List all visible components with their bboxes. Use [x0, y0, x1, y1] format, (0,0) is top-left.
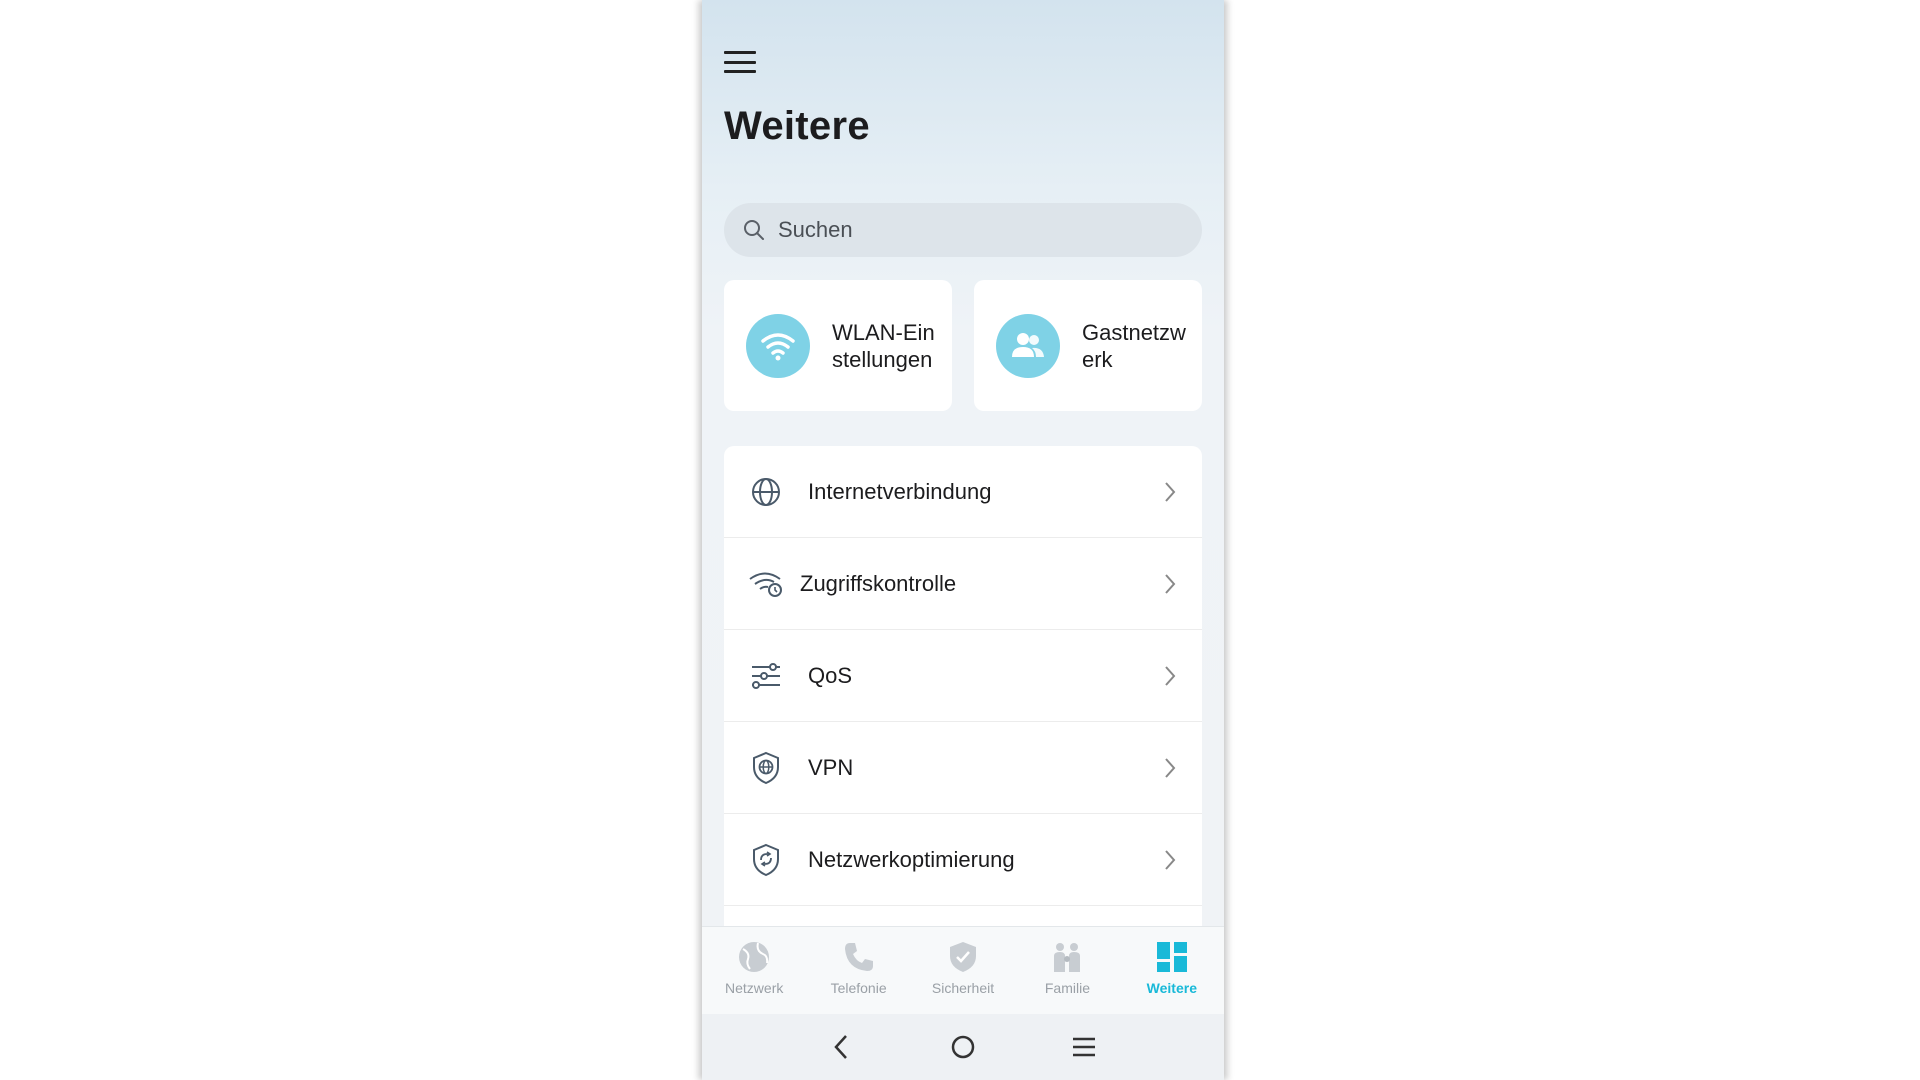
shield-check-icon [950, 942, 977, 972]
sliders-icon [748, 658, 784, 694]
settings-list: Internetverbindung Zugriffskontrolle QoS… [724, 446, 1202, 926]
chevron-right-icon [1165, 482, 1176, 502]
list-item-label: Netzwerkoptimierung [808, 846, 1015, 872]
guests-icon [996, 313, 1060, 378]
list-item-vpn[interactable]: VPN [724, 722, 1202, 814]
search-input[interactable] [778, 217, 1178, 243]
quick-card-label: Gastnetzwerk [1082, 319, 1186, 372]
list-item-access-control[interactable]: Zugriffskontrolle [724, 538, 1202, 630]
phone-icon [844, 943, 873, 971]
chevron-right-icon [1165, 850, 1176, 870]
recent-apps-icon[interactable] [1064, 1027, 1104, 1067]
wifi-icon [746, 313, 810, 378]
list-item-network-optimization[interactable]: Netzwerkoptimierung [724, 814, 1202, 906]
chevron-right-icon [1165, 758, 1176, 778]
tab-telefonie[interactable]: Telefonie [806, 927, 910, 1014]
list-item-label: Internetverbindung [808, 478, 992, 504]
tab-label: Netzwerk [725, 980, 784, 996]
bottom-tab-bar: Netzwerk Telefonie Sicherheit Familie We… [702, 926, 1224, 1014]
tab-label: Telefonie [830, 980, 887, 996]
system-navigation-bar [702, 1014, 1224, 1080]
tab-familie[interactable]: Familie [1015, 927, 1119, 1014]
page-title: Weitere [724, 104, 870, 148]
quick-card-guest-network[interactable]: Gastnetzwerk [974, 280, 1202, 411]
search-bar[interactable] [724, 203, 1202, 257]
quick-card-label: WLAN-Einstellungen [832, 319, 935, 372]
chevron-right-icon [1165, 666, 1176, 686]
tab-sicherheit[interactable]: Sicherheit [911, 927, 1015, 1014]
globe-icon [748, 474, 784, 510]
shield-refresh-icon [748, 842, 784, 878]
family-icon [1054, 943, 1081, 972]
tab-label: Weitere [1146, 980, 1197, 996]
tab-label: Sicherheit [931, 980, 995, 996]
phone-screen: Weitere WLAN-Einstellungen Gastnetzwerk [702, 0, 1224, 1080]
dashboard-icon [1156, 942, 1187, 972]
tab-label: Familie [1044, 980, 1090, 996]
shield-globe-icon [748, 750, 784, 786]
globe-fill-icon [739, 942, 770, 972]
chevron-right-icon [1165, 574, 1176, 594]
list-item-label: Zugriffskontrolle [800, 570, 957, 596]
tab-weitere[interactable]: Weitere [1120, 927, 1224, 1014]
quick-card-wlan-settings[interactable]: WLAN-Einstellungen [724, 280, 952, 411]
wifi-clock-icon [748, 566, 784, 602]
list-item-label: VPN [808, 754, 854, 780]
tab-netzwerk[interactable]: Netzwerk [702, 927, 806, 1014]
back-icon[interactable] [822, 1027, 862, 1067]
list-item-qos[interactable]: QoS [724, 630, 1202, 722]
home-icon[interactable] [943, 1027, 983, 1067]
hamburger-menu-icon[interactable] [724, 48, 756, 76]
list-item-internet-connection[interactable]: Internetverbindung [724, 446, 1202, 538]
search-icon [744, 220, 764, 240]
list-item-label: QoS [808, 662, 853, 688]
